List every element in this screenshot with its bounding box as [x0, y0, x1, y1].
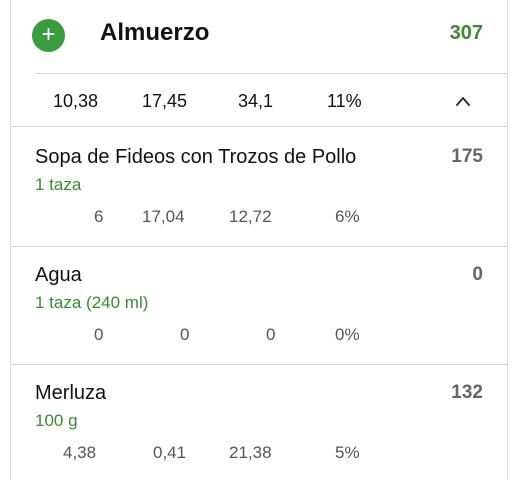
summary-fat: 10,38	[53, 91, 99, 111]
meal-total-kcal: 307	[449, 22, 483, 44]
food-carbs: 17,04	[142, 207, 185, 226]
item-divider	[11, 364, 507, 365]
food-carbs: 0,41	[153, 443, 187, 462]
food-portion: 1 taza (240 ml)	[35, 293, 149, 312]
food-fat: 6	[94, 207, 104, 226]
food-fat: 0	[94, 325, 104, 344]
item-divider	[11, 246, 507, 247]
summary-percent: 11%	[327, 91, 362, 111]
meal-title: Almuerzo	[100, 19, 210, 46]
food-protein: 0	[266, 325, 276, 344]
food-protein: 12,72	[229, 207, 272, 226]
food-kcal: 0	[472, 264, 483, 285]
chevron-up-icon[interactable]	[455, 94, 471, 108]
food-name: Agua	[35, 264, 82, 286]
food-name: Merluza	[35, 382, 107, 404]
meal-header: + Almuerzo 307	[11, 0, 507, 73]
summary-divider	[11, 126, 507, 127]
summary-carbs: 17,45	[142, 91, 188, 111]
food-carbs: 0	[180, 325, 190, 344]
plus-icon: +	[41, 20, 56, 48]
meal-card: + Almuerzo 307 10,38 17,45 34,1 11% Sopa…	[10, 0, 508, 480]
meal-summary-row: 10,38 17,45 34,1 11%	[11, 74, 507, 126]
food-fat: 4,38	[63, 443, 97, 462]
food-percent: 6%	[335, 207, 360, 226]
food-portion: 1 taza	[35, 175, 82, 194]
add-food-button[interactable]: +	[32, 19, 65, 52]
food-name: Sopa de Fideos con Trozos de Pollo	[35, 146, 357, 168]
food-kcal: 175	[451, 146, 483, 167]
food-protein: 21,38	[229, 443, 272, 462]
summary-protein: 34,1	[238, 91, 274, 111]
food-kcal: 132	[451, 382, 483, 403]
food-portion: 100 g	[35, 411, 78, 430]
food-percent: 5%	[335, 443, 360, 462]
food-percent: 0%	[335, 325, 360, 344]
